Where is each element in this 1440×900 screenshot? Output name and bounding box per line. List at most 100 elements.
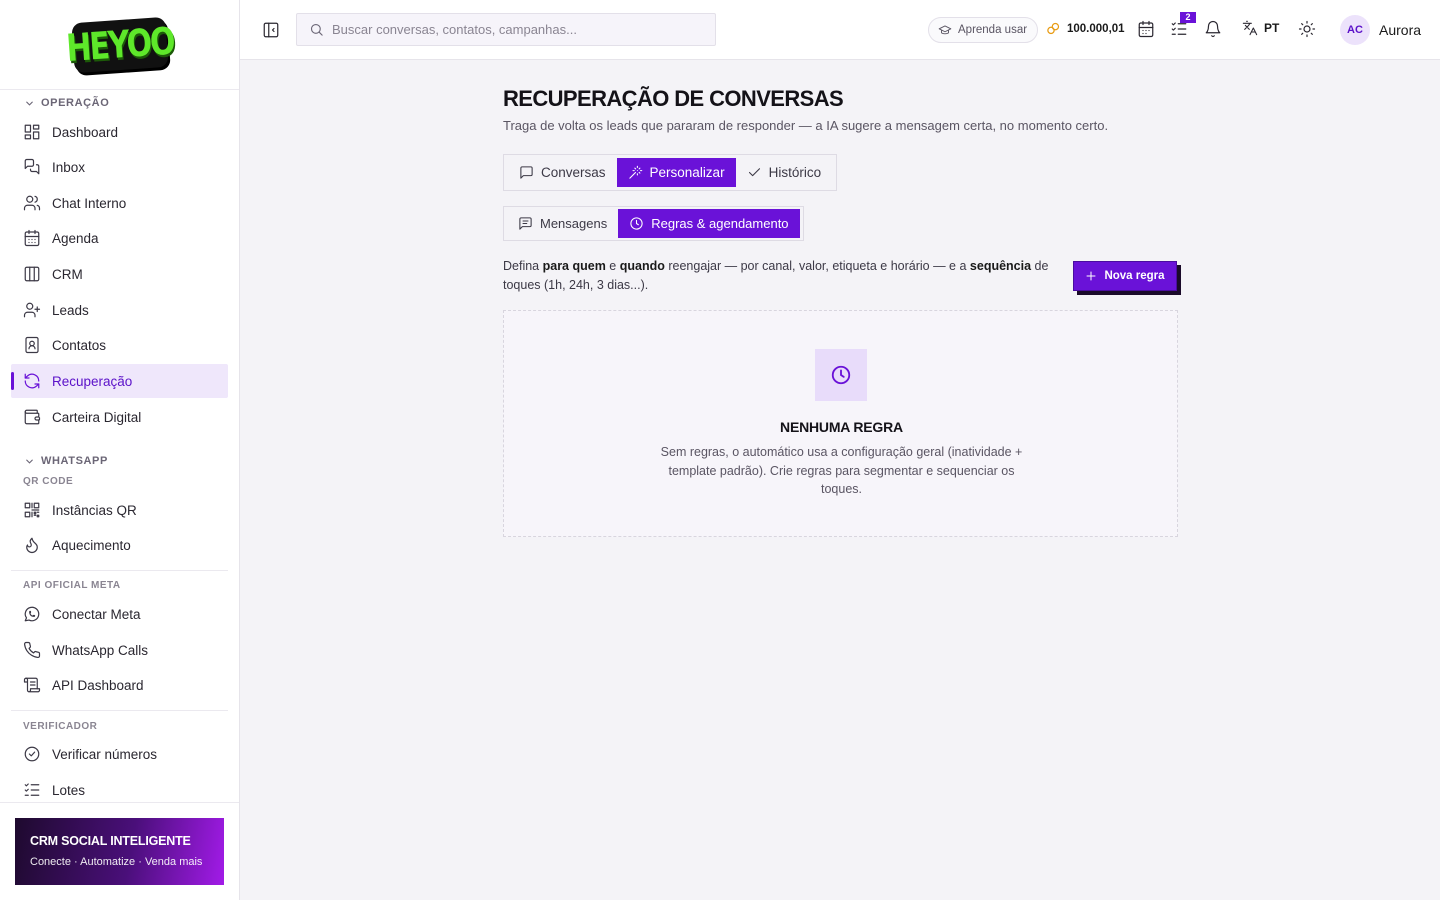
sidebar-item-label: Instâncias QR: [52, 502, 137, 518]
tab-historico[interactable]: Histórico: [736, 158, 833, 187]
scroll-icon: [23, 677, 41, 693]
calendar-icon: [1138, 20, 1154, 38]
sidebar-item-label: Lotes: [52, 782, 86, 798]
sidebar-item-aquecimento[interactable]: Aquecimento: [11, 528, 228, 562]
sub-tabs: Mensagens Regras & agendamento: [503, 206, 804, 241]
sidebar-item-api-dashboard[interactable]: API Dashboard: [11, 668, 228, 702]
sidebar-item-label: Conectar Meta: [52, 606, 141, 622]
subsection-api-oficial-meta: API Oficial Meta: [23, 580, 121, 591]
sidebar-item-label: CRM: [52, 266, 83, 282]
sun-icon: [1298, 20, 1316, 38]
rules-description: Defina para quem e quando reengajar — po…: [503, 257, 1053, 295]
logo-text: HEYOO: [64, 18, 175, 71]
tab-conversas[interactable]: Conversas: [508, 158, 617, 187]
user-menu[interactable]: AC Aurora: [1340, 15, 1421, 45]
sidebar-item-leads[interactable]: Leads: [11, 293, 228, 327]
section-title: Operação: [41, 97, 110, 109]
logo-area: HEYOO: [0, 0, 239, 90]
credits-balance[interactable]: 100.000,01: [1046, 21, 1125, 36]
empty-state-title: NENHUMA REGRA: [780, 419, 903, 435]
sidebar-item-carteira-digital[interactable]: Carteira Digital: [11, 400, 228, 434]
subtab-mensagens[interactable]: Mensagens: [507, 209, 618, 238]
new-rule-button[interactable]: Nova regra: [1073, 261, 1177, 291]
sidebar-item-label: Agenda: [52, 230, 99, 246]
sidebar: HEYOO Operação Dashboard Inbox Chat Inte…: [0, 0, 240, 900]
sidebar-item-dashboard[interactable]: Dashboard: [11, 115, 228, 149]
sidebar-item-label: Recuperação: [52, 373, 133, 389]
section-operacao[interactable]: Operação: [0, 97, 109, 109]
wallet-icon: [24, 409, 41, 425]
chevron-down-icon: [26, 459, 33, 464]
sidebar-toggle-button[interactable]: [262, 21, 280, 39]
qr-code-icon: [24, 502, 40, 518]
subsection-verificador: Verificador: [23, 721, 98, 732]
message-square-icon: [520, 166, 533, 179]
sidebar-item-recuperacao[interactable]: Recuperação: [11, 364, 228, 398]
promo-subtitle: Conecte · Automatize · Venda mais: [30, 856, 203, 868]
search-bar[interactable]: [296, 13, 716, 46]
sidebar-item-agenda[interactable]: Agenda: [11, 221, 228, 255]
flame-icon: [26, 537, 38, 554]
avatar: AC: [1340, 15, 1370, 45]
sidebar-item-label: Chat Interno: [52, 195, 127, 211]
coins-icon: [1047, 22, 1060, 35]
sidebar-item-chat-interno[interactable]: Chat Interno: [11, 186, 228, 220]
check-icon: [748, 168, 760, 177]
clock-icon: [630, 217, 643, 230]
section-whatsapp[interactable]: WhatsApp: [0, 455, 108, 467]
tab-personalizar[interactable]: Personalizar: [616, 158, 736, 187]
promo-banner[interactable]: CRM SOCIAL INTELIGENTE Conecte · Automat…: [15, 818, 224, 885]
sidebar-item-lotes[interactable]: Lotes: [11, 773, 228, 802]
sidebar-item-label: Leads: [52, 302, 89, 318]
desc-text: reengajar — por canal, valor, etiqueta e…: [664, 259, 970, 273]
sidebar-item-contatos[interactable]: Contatos: [11, 328, 228, 362]
search-icon: [310, 23, 323, 36]
sidebar-item-label: Verificar números: [52, 746, 158, 762]
refresh-icon: [24, 373, 40, 389]
notifications-button[interactable]: [1204, 20, 1222, 38]
section-title: WhatsApp: [41, 455, 108, 467]
empty-state-icon-box: [815, 349, 867, 401]
calendar-button[interactable]: [1137, 20, 1155, 38]
sidebar-item-conectar-meta[interactable]: Conectar Meta: [11, 597, 228, 631]
whatsapp-icon: [24, 606, 40, 622]
sidebar-item-inbox[interactable]: Inbox: [11, 150, 228, 184]
phone-icon: [23, 641, 41, 659]
topbar: Aprenda usar 100.000,01 2 PT AC Aurora: [240, 0, 1440, 60]
sidebar-item-crm[interactable]: CRM: [11, 257, 228, 291]
message-lines-icon: [519, 217, 532, 230]
desc-text: Defina: [503, 259, 543, 273]
subtab-label: Regras & agendamento: [651, 216, 789, 231]
user-plus-icon: [23, 302, 41, 318]
learn-button[interactable]: Aprenda usar: [928, 17, 1039, 43]
sidebar-divider: [11, 710, 228, 711]
bell-icon: [1205, 20, 1221, 38]
sidebar-item-label: Inbox: [52, 159, 86, 175]
sidebar-bottom-divider: [0, 802, 239, 803]
language-switcher[interactable]: PT: [1242, 20, 1279, 36]
search-input[interactable]: [332, 22, 692, 37]
sidebar-item-label: WhatsApp Calls: [52, 642, 149, 658]
sidebar-item-whatsapp-calls[interactable]: WhatsApp Calls: [11, 633, 228, 667]
sidebar-item-label: Carteira Digital: [52, 409, 142, 425]
magic-wand-icon: [628, 165, 642, 179]
subtab-label: Mensagens: [540, 216, 608, 231]
users-icon: [23, 195, 41, 211]
page-title: RECUPERAÇÃO DE CONVERSAS: [503, 86, 844, 111]
heyoo-logo[interactable]: HEYOO: [64, 16, 175, 73]
tab-label: Personalizar: [649, 165, 725, 180]
subtab-regras-agendamento[interactable]: Regras & agendamento: [618, 209, 800, 238]
sidebar-item-instancias-qr[interactable]: Instâncias QR: [11, 493, 228, 527]
chat-bubbles-icon: [24, 158, 40, 175]
dashboard-icon: [24, 124, 40, 140]
sidebar-item-label: Dashboard: [52, 124, 119, 140]
sidebar-item-verificar-numeros[interactable]: Verificar números: [11, 737, 228, 771]
tab-label: Histórico: [768, 165, 822, 180]
main-tabs: Conversas Personalizar Histórico: [503, 154, 838, 191]
calendar-icon: [24, 229, 40, 247]
tab-label: Conversas: [541, 165, 606, 180]
language-label: PT: [1264, 21, 1280, 35]
user-name: Aurora: [1379, 22, 1422, 38]
theme-toggle-button[interactable]: [1298, 20, 1316, 38]
panel-left-collapse-icon: [263, 22, 279, 38]
